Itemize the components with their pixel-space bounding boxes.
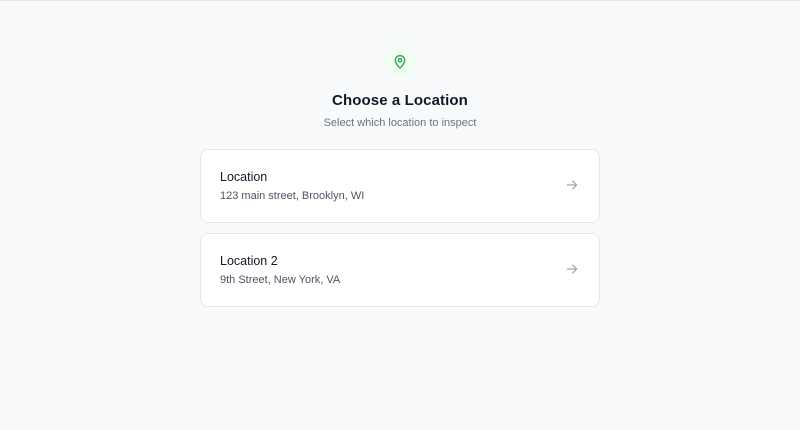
location-card-1[interactable]: Location 123 main street, Brooklyn, WI	[200, 149, 600, 223]
location-address: 123 main street, Brooklyn, WI	[220, 190, 365, 202]
location-list: Location 123 main street, Brooklyn, WI L…	[200, 149, 600, 307]
location-name: Location	[220, 170, 268, 184]
icon-badge	[384, 46, 416, 78]
location-name: Location 2	[220, 254, 278, 268]
location-card-2[interactable]: Location 2 9th Street, New York, VA	[200, 233, 600, 307]
page-subtitle: Select which location to inspect	[323, 117, 477, 129]
page-title: Choose a Location	[332, 92, 468, 109]
arrow-right-icon	[566, 264, 578, 274]
map-pin-icon	[394, 55, 406, 69]
top-divider	[0, 0, 800, 1]
location-address: 9th Street, New York, VA	[220, 274, 341, 286]
location-picker: Choose a Location Select which location …	[200, 46, 600, 317]
arrow-right-icon	[566, 180, 578, 190]
